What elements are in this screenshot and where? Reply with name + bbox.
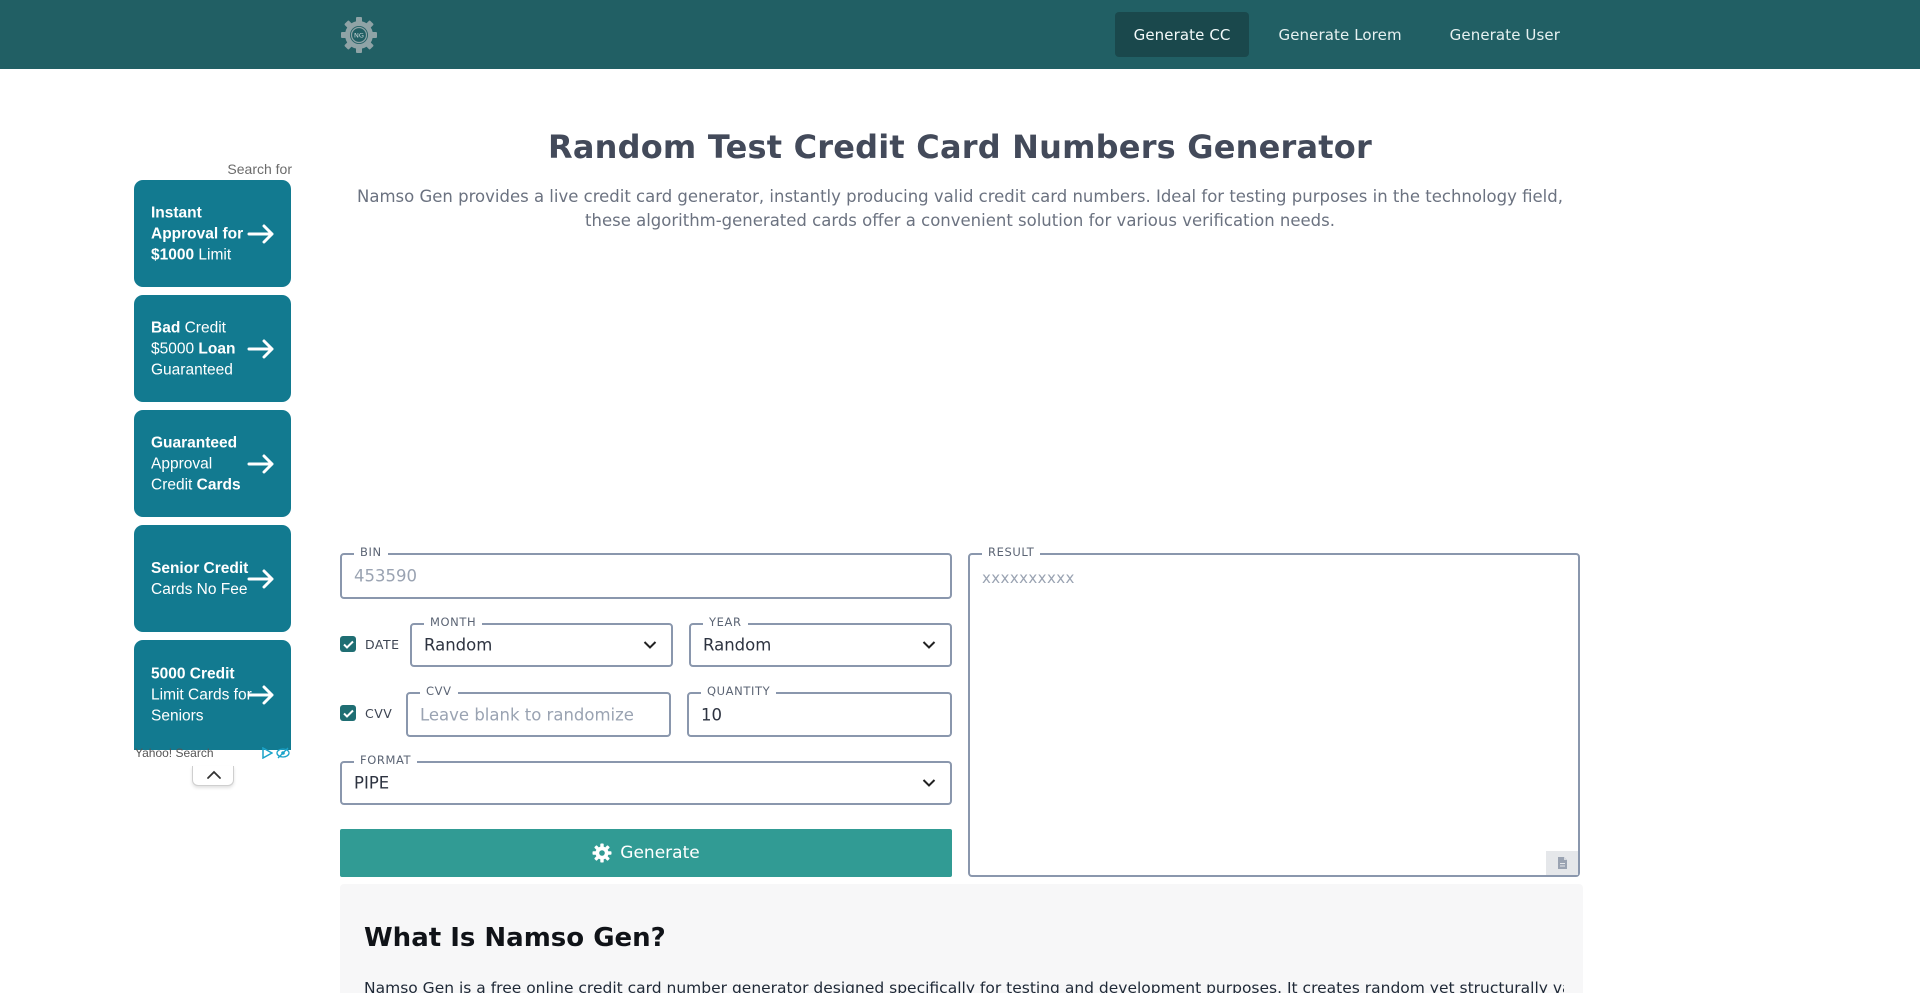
chevron-down-icon [922,641,936,649]
ad-footer: Yahoo! Search [134,745,292,763]
svg-text:NG: NG [354,32,364,40]
generate-button-label: Generate [620,843,700,863]
ad-search-for-label: Search for [227,161,292,177]
ad-collapse-button[interactable] [192,766,234,786]
cvv-checkbox-label: CVV [365,705,393,721]
arrow-right-icon [247,339,274,358]
gear-logo-icon[interactable]: NG [339,15,379,55]
month-label: MONTH [424,615,483,629]
chevron-down-icon [643,641,657,649]
chevron-up-icon [207,770,221,779]
cvv-placeholder: Leave blank to randomize [420,705,634,724]
cvv-input[interactable]: CVV Leave blank to randomize [406,684,671,737]
result-label: RESULT [982,545,1041,559]
ad-item[interactable]: Instant Approval for $1000 Limit [134,180,291,287]
gear-icon [592,843,612,863]
adchoices-play-icon[interactable] [261,747,273,759]
quantity-value: 10 [701,705,722,724]
about-text: Namso Gen is a free online credit card n… [364,979,1564,993]
arrow-right-icon [247,569,274,588]
month-value: Random [424,635,493,655]
cvv-toggle[interactable]: CVV [340,705,392,721]
ad-list: Instant Approval for $1000 Limit Bad Cred… [134,180,291,750]
cvv-checkbox[interactable] [340,705,356,721]
bin-label: BIN [354,545,388,559]
adchoices-icons[interactable] [261,747,290,759]
top-navbar: NG Generate CC Generate Lorem Generate U… [0,0,1920,69]
ad-item-text: Instant Approval for $1000 Limit [151,204,244,263]
main-nav: Generate CC Generate Lorem Generate User [1114,12,1579,57]
format-value: PIPE [354,773,390,793]
nav-generate-cc[interactable]: Generate CC [1114,12,1250,57]
ad-item[interactable]: Senior Credit Cards No Fee [134,525,291,632]
format-label: FORMAT [354,753,418,767]
nav-generate-user[interactable]: Generate User [1431,12,1579,57]
about-section: What Is Namso Gen? Namso Gen is a free o… [340,884,1583,993]
arrow-right-icon [247,454,274,473]
arrow-right-icon [247,224,274,243]
arrow-right-icon [247,685,274,705]
ad-item-text: Bad Credit $5000 Loan Guaranteed [151,319,236,378]
quantity-input[interactable]: QUANTITY 10 [687,684,952,737]
ad-item-text: 5000 Credit Limit Cards for Seniors [151,665,252,725]
result-textarea[interactable]: RESULT xxxxxxxxxx [968,545,1580,877]
month-select[interactable]: MONTH Random [410,615,673,667]
check-icon [342,709,354,718]
ad-item-text: Senior Credit Cards No Fee [151,559,249,598]
cvv-label: CVV [420,684,458,698]
adchoices-hide-icon[interactable] [276,747,290,759]
date-checkbox[interactable] [340,636,356,652]
ad-item[interactable]: 5000 Credit Limit Cards for Seniors [134,640,291,750]
result-placeholder: xxxxxxxxxx [982,569,1075,587]
about-heading: What Is Namso Gen? [364,923,666,953]
ad-item-text: Guaranteed Approval Credit Cards [151,434,241,493]
quantity-label: QUANTITY [701,684,777,698]
year-value: Random [703,635,772,655]
bin-placeholder: 453590 [354,566,417,586]
year-select[interactable]: YEAR Random [689,615,952,667]
date-checkbox-label: DATE [365,636,400,652]
file-icon [1557,857,1567,869]
copy-result-button[interactable] [1546,851,1578,875]
ad-item[interactable]: Bad Credit $5000 Loan Guaranteed [134,295,291,402]
chevron-down-icon [922,779,936,787]
page-subtitle: Namso Gen provides a live credit card ge… [357,187,1563,230]
ad-footer-label[interactable]: Yahoo! Search [135,746,214,760]
generate-button[interactable]: Generate [340,829,952,877]
format-select[interactable]: FORMAT PIPE [340,753,952,805]
date-toggle[interactable]: DATE [340,636,400,652]
nav-generate-lorem[interactable]: Generate Lorem [1259,12,1420,57]
check-icon [342,640,354,649]
bin-field[interactable]: BIN 453590 [340,545,952,599]
page-title: Random Test Credit Card Numbers Generato… [548,128,1372,166]
ad-item[interactable]: Guaranteed Approval Credit Cards [134,410,291,517]
year-label: YEAR [703,615,748,629]
